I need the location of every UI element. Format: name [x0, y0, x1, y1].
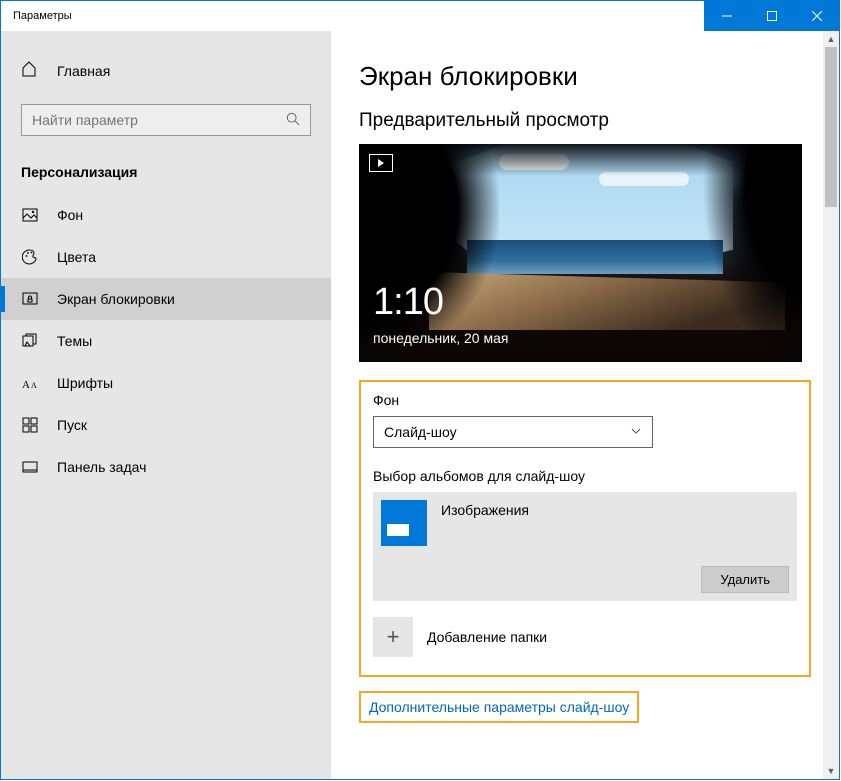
window-body: Главная Персонализация Фон Цвета Экран б…	[1, 31, 839, 779]
home-link[interactable]: Главная	[1, 51, 331, 90]
sidebar-item-label: Пуск	[57, 417, 87, 433]
preview-cave-side	[702, 144, 802, 362]
sidebar-item-fonts[interactable]: AA Шрифты	[1, 362, 331, 404]
sidebar: Главная Персонализация Фон Цвета Экран б…	[1, 31, 331, 779]
close-button[interactable]	[794, 1, 839, 31]
svg-text:A: A	[22, 379, 30, 390]
search-icon	[286, 112, 300, 129]
settings-window: Параметры Главная	[0, 0, 840, 780]
maximize-button[interactable]	[749, 1, 794, 31]
taskbar-icon	[21, 458, 39, 476]
fonts-icon: AA	[21, 374, 39, 392]
titlebar: Параметры	[1, 1, 839, 31]
sidebar-item-label: Шрифты	[57, 375, 113, 391]
scroll-down-arrow[interactable]: ▼	[823, 763, 839, 779]
preview-date: понедельник, 20 мая	[373, 330, 508, 346]
search-input[interactable]	[32, 112, 286, 128]
home-icon	[21, 61, 39, 80]
vertical-scrollbar[interactable]: ▲ ▼	[823, 31, 839, 779]
sidebar-item-lockscreen[interactable]: Экран блокировки	[1, 278, 331, 320]
advanced-slideshow-link[interactable]: Дополнительные параметры слайд-шоу	[369, 699, 629, 715]
sidebar-item-themes[interactable]: Темы	[1, 320, 331, 362]
sidebar-item-label: Цвета	[57, 249, 96, 265]
chevron-down-icon	[630, 424, 642, 440]
albums-label: Выбор альбомов для слайд-шоу	[373, 468, 797, 484]
add-folder-button[interactable]: +	[373, 617, 413, 657]
preview-cave-top	[359, 144, 802, 176]
minimize-button[interactable]	[704, 1, 749, 31]
palette-icon	[21, 248, 39, 266]
sidebar-item-taskbar[interactable]: Панель задач	[1, 446, 331, 488]
album-thumbnail	[381, 500, 427, 546]
background-dropdown[interactable]: Слайд-шоу	[373, 416, 653, 448]
album-item-top: Изображения	[381, 500, 789, 546]
sidebar-item-colors[interactable]: Цвета	[1, 236, 331, 278]
add-folder-row[interactable]: + Добавление папки	[373, 609, 797, 665]
preview-sea	[467, 240, 723, 274]
scroll-up-arrow[interactable]: ▲	[823, 31, 839, 47]
page-title: Экран блокировки	[359, 61, 811, 92]
sidebar-item-start[interactable]: Пуск	[1, 404, 331, 446]
window-controls	[704, 1, 839, 31]
picture-icon	[21, 206, 39, 224]
content-area: Экран блокировки Предварительный просмот…	[331, 31, 839, 779]
album-name: Изображения	[441, 500, 529, 518]
sidebar-item-label: Панель задач	[57, 459, 146, 475]
lock-screen-preview: 1:10 понедельник, 20 мая	[359, 144, 802, 362]
add-folder-label: Добавление папки	[427, 629, 547, 645]
sidebar-item-label: Фон	[57, 207, 83, 223]
lock-screen-icon	[21, 290, 39, 308]
slideshow-icon	[369, 154, 393, 172]
sidebar-item-label: Темы	[57, 333, 92, 349]
plus-icon: +	[387, 624, 400, 650]
scrollbar-thumb[interactable]	[825, 47, 837, 207]
delete-album-button[interactable]: Удалить	[701, 566, 789, 593]
sidebar-item-background[interactable]: Фон	[1, 194, 331, 236]
preview-time: 1:10	[373, 281, 443, 324]
advanced-link-box: Дополнительные параметры слайд-шоу	[359, 691, 639, 723]
home-label: Главная	[57, 63, 110, 79]
themes-icon	[21, 332, 39, 350]
search-box[interactable]	[21, 104, 311, 136]
svg-text:A: A	[31, 381, 37, 390]
sidebar-item-label: Экран блокировки	[57, 291, 175, 307]
album-item[interactable]: Изображения Удалить	[373, 492, 797, 601]
background-label: Фон	[373, 392, 797, 408]
dropdown-value: Слайд-шоу	[384, 424, 457, 440]
preview-heading: Предварительный просмотр	[359, 110, 811, 132]
sidebar-section-title: Персонализация	[1, 156, 331, 194]
window-title: Параметры	[1, 10, 704, 22]
start-icon	[21, 416, 39, 434]
background-settings-group: Фон Слайд-шоу Выбор альбомов для слайд-ш…	[359, 380, 811, 677]
